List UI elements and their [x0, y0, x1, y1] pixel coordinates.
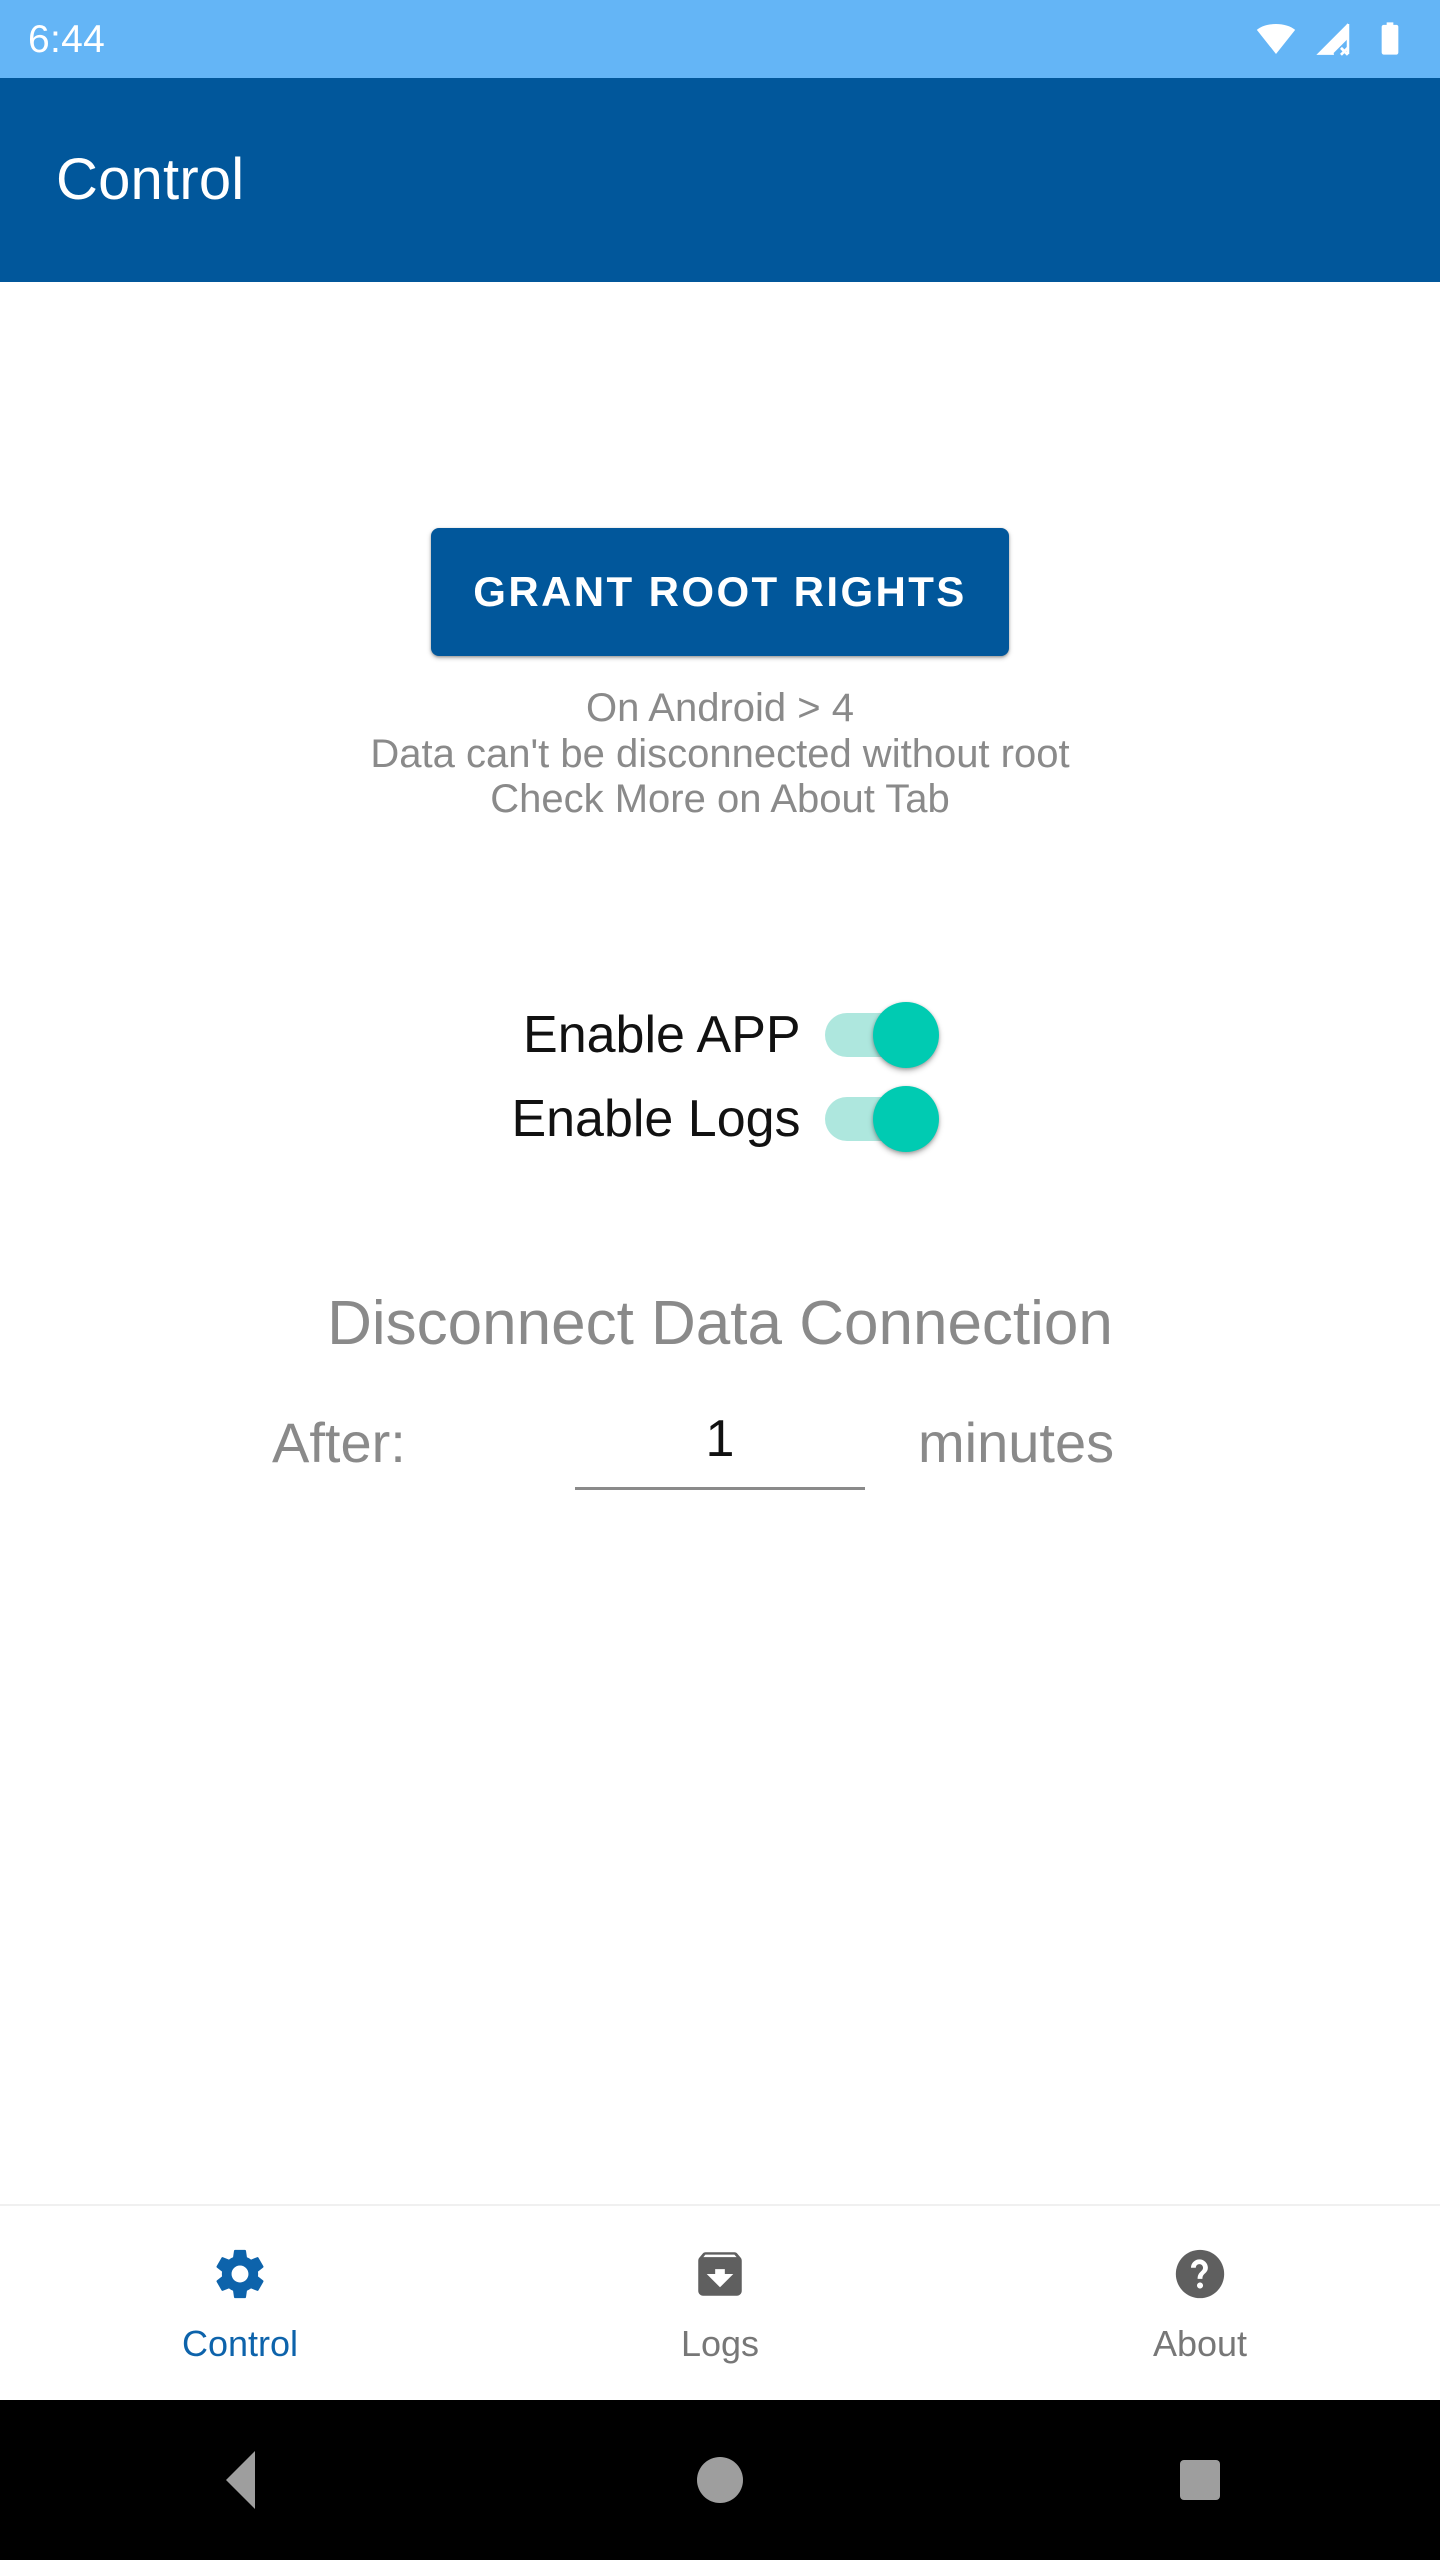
battery-icon	[1370, 19, 1410, 59]
minutes-unit-label: minutes	[918, 1410, 1115, 1474]
recents-square-icon	[1180, 2460, 1220, 2500]
cellular-off-icon	[1313, 19, 1353, 59]
status-clock: 6:44	[28, 17, 106, 61]
tab-logs[interactable]: Logs	[480, 2206, 960, 2400]
wifi-icon	[1256, 19, 1296, 59]
enable-app-toggle[interactable]	[824, 1001, 939, 1068]
hint-line-1: On Android > 4	[586, 686, 854, 730]
android-navigation-bar	[0, 2400, 1440, 2560]
root-hint-text: On Android > 4 Data can't be disconnecte…	[370, 686, 1069, 823]
minutes-input[interactable]	[575, 1402, 865, 1487]
grant-root-rights-button[interactable]: GRANT ROOT RIGHTS	[431, 528, 1009, 656]
enable-logs-toggle-thumb	[872, 1085, 939, 1152]
after-label: After:	[272, 1410, 406, 1474]
phone-screen: 6:44 Control GRANT ROOT RIGHTS On Androi…	[0, 0, 1440, 2560]
archive-download-icon	[691, 2245, 749, 2308]
back-triangle-icon	[225, 2451, 255, 2509]
back-button[interactable]	[0, 2400, 480, 2560]
main-content: GRANT ROOT RIGHTS On Android > 4 Data ca…	[0, 282, 1440, 2204]
status-bar: 6:44	[0, 0, 1440, 78]
tab-about-label: About	[1152, 2322, 1248, 2364]
minutes-input-wrapper	[570, 1402, 870, 1490]
disconnect-after-row: After: minutes	[0, 1402, 1440, 1490]
home-circle-icon	[697, 2457, 743, 2503]
app-bar: Control	[0, 78, 1440, 282]
question-circle-icon	[1171, 2245, 1229, 2308]
tab-control[interactable]: Control	[0, 2206, 480, 2400]
hint-line-2: Data can't be disconnected without root	[370, 731, 1070, 776]
enable-logs-label: Enable Logs	[511, 1089, 801, 1148]
minutes-input-underline	[575, 1486, 865, 1490]
home-button[interactable]	[480, 2400, 960, 2560]
enable-app-label: Enable APP	[523, 1005, 801, 1064]
hint-line-3: Check More on About Tab	[490, 777, 950, 822]
tab-about[interactable]: About	[960, 2206, 1440, 2400]
status-icon-group	[1256, 19, 1410, 59]
enable-app-row: Enable APP	[511, 1001, 939, 1068]
bottom-navigation: Control Logs About	[0, 2204, 1440, 2400]
enable-app-toggle-thumb	[872, 1001, 939, 1068]
tab-control-label: Control	[181, 2322, 299, 2364]
recents-button[interactable]	[960, 2400, 1440, 2560]
switch-group: Enable APP Enable Logs	[511, 1001, 939, 1152]
enable-logs-toggle[interactable]	[824, 1085, 939, 1152]
tab-logs-label: Logs	[680, 2322, 760, 2364]
enable-logs-row: Enable Logs	[511, 1085, 939, 1152]
disconnect-section-title: Disconnect Data Connection	[327, 1288, 1113, 1358]
page-title: Control	[56, 147, 245, 212]
gear-icon	[211, 2245, 269, 2308]
